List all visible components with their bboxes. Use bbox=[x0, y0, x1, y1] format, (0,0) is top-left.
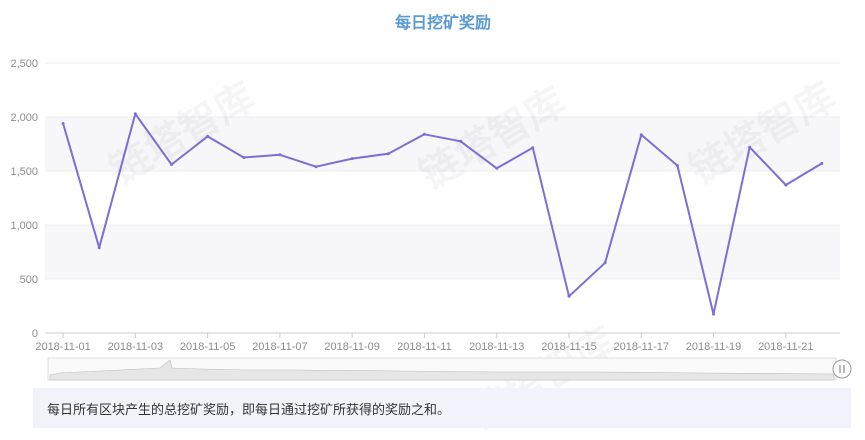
x-tick-label: 2018-11-05 bbox=[180, 341, 235, 353]
x-tick-label: 2018-11-19 bbox=[686, 341, 741, 353]
data-point[interactable] bbox=[712, 312, 715, 316]
x-tick-label: 2018-11-15 bbox=[541, 341, 596, 353]
y-tick-label: 1,000 bbox=[10, 220, 38, 232]
data-point[interactable] bbox=[820, 161, 824, 165]
x-tick-label: 2018-11-11 bbox=[397, 341, 452, 353]
y-tick-label: 2,000 bbox=[10, 112, 38, 124]
y-tick-label: 2,500 bbox=[10, 58, 38, 70]
data-point[interactable] bbox=[639, 133, 643, 137]
grid-lines bbox=[45, 62, 840, 334]
data-point[interactable] bbox=[242, 156, 246, 159]
data-point[interactable] bbox=[206, 134, 210, 138]
data-point[interactable] bbox=[784, 183, 788, 187]
data-point[interactable] bbox=[567, 294, 571, 298]
data-point[interactable] bbox=[675, 164, 679, 168]
data-point[interactable] bbox=[61, 122, 65, 125]
x-tick-label: 2018-11-09 bbox=[324, 341, 379, 353]
x-tick-label: 2018-11-07 bbox=[252, 341, 307, 353]
data-point[interactable] bbox=[314, 165, 318, 169]
x-tick-label: 2018-11-21 bbox=[758, 341, 813, 353]
data-point[interactable] bbox=[459, 139, 463, 143]
zoom-handle-icon[interactable] bbox=[832, 359, 852, 379]
data-point[interactable] bbox=[603, 261, 607, 265]
data-point[interactable] bbox=[278, 153, 282, 157]
y-tick-label: 500 bbox=[20, 274, 38, 286]
x-tick-label: 2018-11-13 bbox=[469, 341, 524, 353]
chart: 每日挖矿奖励 链塔智库链塔智库链塔智库链塔智库 05001,0001,5002,… bbox=[10, 13, 852, 439]
data-point[interactable] bbox=[97, 246, 101, 250]
y-tick-labels: 0 500 1,000 1,500 2,000 2,500 bbox=[10, 58, 38, 340]
data-point[interactable] bbox=[422, 132, 426, 136]
data-point[interactable] bbox=[386, 152, 390, 156]
chart-title: 每日挖矿奖励 bbox=[395, 13, 491, 32]
chart-caption: 每日所有区块产生的总挖矿奖励，即每日通过挖矿所获得的奖励之和。 bbox=[47, 403, 451, 418]
x-tick-label: 2018-11-03 bbox=[108, 341, 163, 353]
data-point[interactable] bbox=[133, 112, 137, 116]
y-tick-label: 0 bbox=[32, 328, 38, 340]
data-point[interactable] bbox=[531, 146, 535, 150]
data-point[interactable] bbox=[748, 145, 752, 149]
x-tick-labels: 2018-11-01 2018-11-03 2018-11-05 2018-11-07… bbox=[35, 333, 814, 353]
caption-box: 每日所有区块产生的总挖矿奖励，即每日通过挖矿所获得的奖励之和。 bbox=[33, 388, 851, 428]
data-point[interactable] bbox=[170, 163, 173, 166]
x-tick-label: 2018-11-17 bbox=[614, 341, 669, 353]
x-tick-label: 2018-11-01 bbox=[35, 341, 90, 353]
data-point[interactable] bbox=[495, 166, 499, 170]
plot-band bbox=[45, 225, 840, 279]
data-point[interactable] bbox=[350, 157, 354, 161]
y-tick-label: 1,500 bbox=[10, 166, 38, 178]
